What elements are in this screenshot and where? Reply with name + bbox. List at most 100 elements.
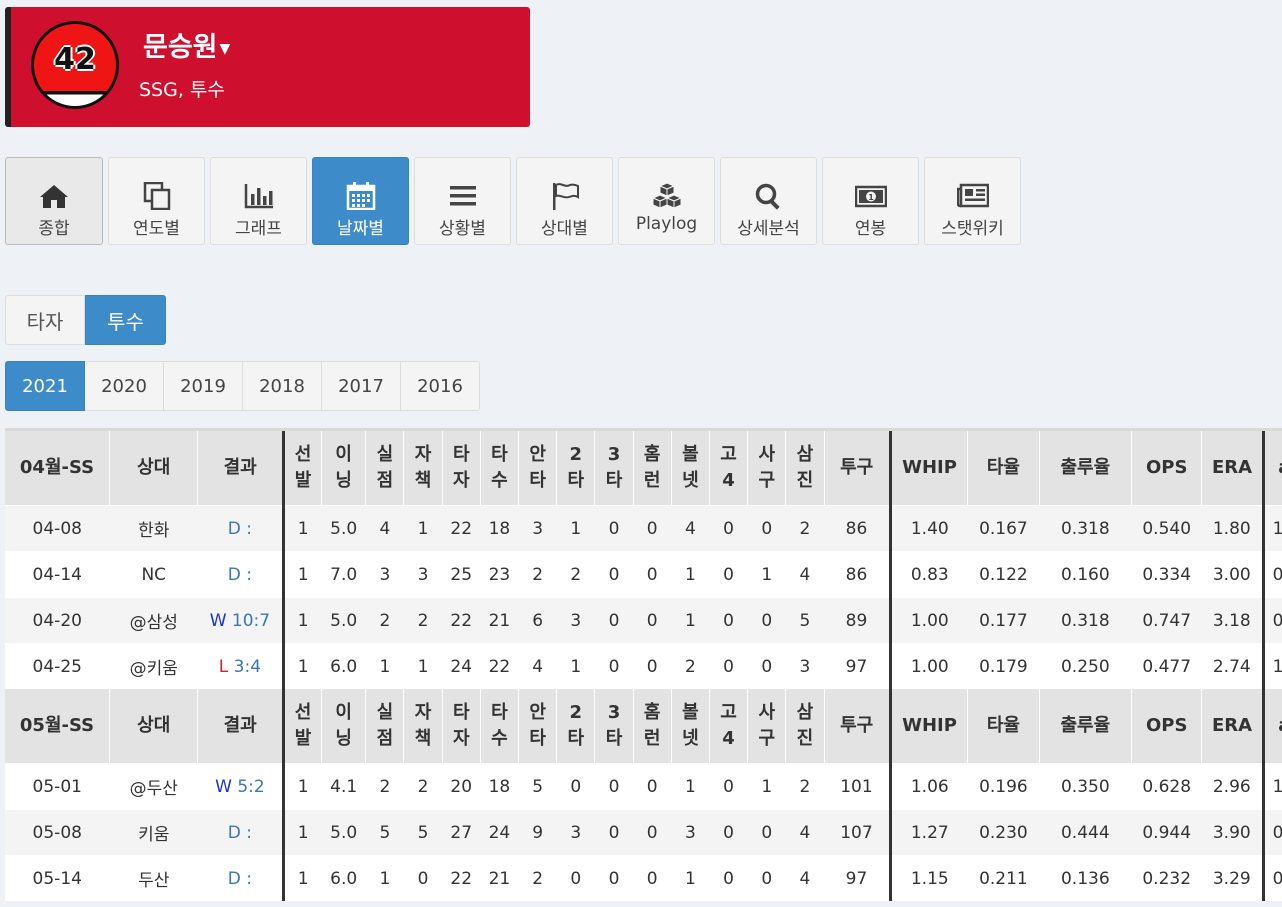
header-result: 결과 [197, 689, 284, 764]
cell-ibb: 0 [709, 763, 748, 810]
cell-d2: 2 [556, 551, 595, 598]
player-name-dropdown[interactable]: 문승원 ▼ [143, 25, 230, 64]
cell-so: 4 [785, 551, 825, 598]
cell-so: 2 [785, 763, 825, 810]
tab-pitcher[interactable]: 투수 [85, 295, 166, 345]
cell-ab: 24 [480, 809, 519, 856]
table-row[interactable]: 04-20 @삼성 W 10:7 1 5.0 2 2 22 21 6 3 0 0 1 0 0 5 89 1.00 0.… [5, 597, 1282, 644]
cell-so: 4 [785, 809, 825, 856]
cell-h: 4 [518, 643, 557, 689]
cell-ibb: 0 [709, 809, 748, 856]
tab-year-2020[interactable]: 2020 [85, 361, 164, 411]
header-bb: 볼넷 [671, 431, 710, 506]
tab-year-2016[interactable]: 2016 [401, 361, 480, 411]
header-gs: 선발 [281, 431, 323, 506]
nav-yearly[interactable]: 연도별 [108, 157, 205, 245]
cell-ops: 0.477 [1131, 643, 1202, 689]
table-row[interactable]: 04-25 @키움 L 3:4 1 6.0 1 1 24 22 4 1 0 0 2 0 0 3 97 1.00 0.1… [5, 643, 1282, 689]
tab-batter[interactable]: 타자 [5, 295, 85, 345]
tab-year-2018[interactable]: 2018 [243, 361, 322, 411]
table-row[interactable]: 05-14 두산 D :1 6.0 1 0 22 21 2 0 0 0 1 0 0 4 97 1.15 0.211 0… [5, 855, 1282, 901]
cell-er: 2 [403, 597, 443, 644]
cell-opponent: 키움 [109, 809, 198, 856]
header-gs: 선발 [281, 689, 323, 764]
table-row[interactable]: 05-08 키움 D :1 5.0 5 5 27 24 9 3 0 0 3 0 0 4 107 1.27 0.230… [5, 809, 1282, 856]
header-hbp: 사구 [747, 431, 787, 506]
cell-bb: 1 [671, 597, 710, 644]
cell-ops: 0.628 [1131, 763, 1202, 810]
header-pa: 타자 [442, 689, 481, 764]
result-score: 5:2 [231, 776, 265, 797]
cell-np: 107 [824, 809, 891, 856]
cell-ip: 4.1 [321, 763, 366, 810]
table-row[interactable]: 05-01 @두산 W 5:2 1 4.1 2 2 20 18 5 0 0 0 1 0 1 2 101 1.06 0.… [5, 763, 1282, 810]
cell-whip: 1.00 [888, 643, 968, 689]
tab-year-2017[interactable]: 2017 [322, 361, 401, 411]
newspaper-icon [956, 183, 989, 208]
cell-er: 1 [403, 643, 443, 689]
cell-era: 2.96 [1201, 763, 1264, 810]
cell-ab: 22 [480, 643, 519, 689]
result-letter: L [218, 656, 229, 677]
cell-ops: 0.540 [1131, 505, 1202, 552]
nav-salary[interactable]: 1 연봉 [822, 157, 919, 245]
cell-hbp: 0 [747, 855, 786, 901]
cell-hr: 0 [633, 855, 672, 901]
nav-by-date[interactable]: 날짜별 [312, 157, 409, 245]
header-label: 볼넷 [682, 702, 699, 749]
cell-obp: 0.136 [1039, 855, 1132, 901]
cell-avg: 0.179 [967, 643, 1040, 689]
cell-h: 5 [518, 763, 557, 810]
cell-extra: 1 [1261, 763, 1282, 810]
cell-bb: 1 [671, 763, 710, 810]
cell-d3: 0 [594, 643, 634, 689]
home-icon [40, 185, 68, 208]
header-obp: 출루율 [1039, 431, 1133, 506]
nav-statwiki[interactable]: 스탯위키 [924, 157, 1021, 245]
header-ibb: 고4 [709, 689, 749, 764]
header-label: 실점 [376, 444, 394, 491]
cell-whip: 1.27 [888, 809, 968, 856]
cell-extra: 1 [1261, 643, 1282, 689]
header-label: 안타 [529, 702, 546, 749]
cell-hbp: 0 [747, 505, 786, 552]
header-hr: 홈런 [633, 689, 672, 764]
cell-d3: 0 [594, 551, 634, 598]
table-row[interactable]: 04-08 한화 D :1 5.0 4 1 22 18 3 1 0 0 4 0 0 2 86 1.40 0.167 0… [5, 505, 1282, 552]
cell-era: 3.29 [1201, 855, 1264, 901]
search-icon [755, 183, 780, 210]
cell-pa: 22 [442, 597, 481, 644]
cell-result: D : [197, 809, 284, 856]
header-bb: 볼넷 [671, 689, 710, 764]
player-card: 42 문승원 ▼ SSG, 투수 [5, 7, 530, 127]
nav-situation[interactable]: 상황별 [414, 157, 511, 245]
nav-opponent[interactable]: 상대별 [516, 157, 613, 245]
result-letter: D [227, 868, 241, 889]
cell-d3: 0 [594, 505, 634, 552]
cell-gs: 1 [281, 505, 322, 552]
cell-pa: 27 [442, 809, 481, 856]
cell-extra: 0 [1261, 551, 1282, 598]
tab-year-2019[interactable]: 2019 [164, 361, 243, 411]
list-icon [449, 186, 476, 206]
cell-date: 05-14 [5, 855, 110, 901]
nav-playlog[interactable]: Playlog [618, 157, 715, 245]
cell-er: 0 [403, 855, 443, 901]
cell-r: 3 [365, 551, 404, 598]
cell-era: 3.18 [1201, 597, 1264, 644]
cell-ops: 0.334 [1131, 551, 1202, 598]
nav-summary[interactable]: 종합 [5, 157, 103, 245]
table-row[interactable]: 04-14 NC D :1 7.0 3 3 25 23 2 2 0 0 1 0 1 4 86 0.83 0.122 0… [5, 551, 1282, 598]
header-label: 3타 [605, 702, 623, 749]
cell-ip: 6.0 [321, 855, 366, 901]
header-extra: a [1261, 689, 1282, 764]
cell-d3: 0 [594, 809, 634, 856]
flag-icon [552, 183, 579, 210]
cell-so: 2 [785, 505, 825, 552]
header-d2: 2타 [556, 689, 596, 764]
tab-year-2021[interactable]: 2021 [5, 361, 85, 411]
cell-r: 1 [365, 643, 404, 689]
nav-detail-analysis[interactable]: 상세분석 [720, 157, 817, 245]
nav-graph[interactable]: 그래프 [210, 157, 307, 245]
header-er: 자책 [403, 689, 443, 764]
